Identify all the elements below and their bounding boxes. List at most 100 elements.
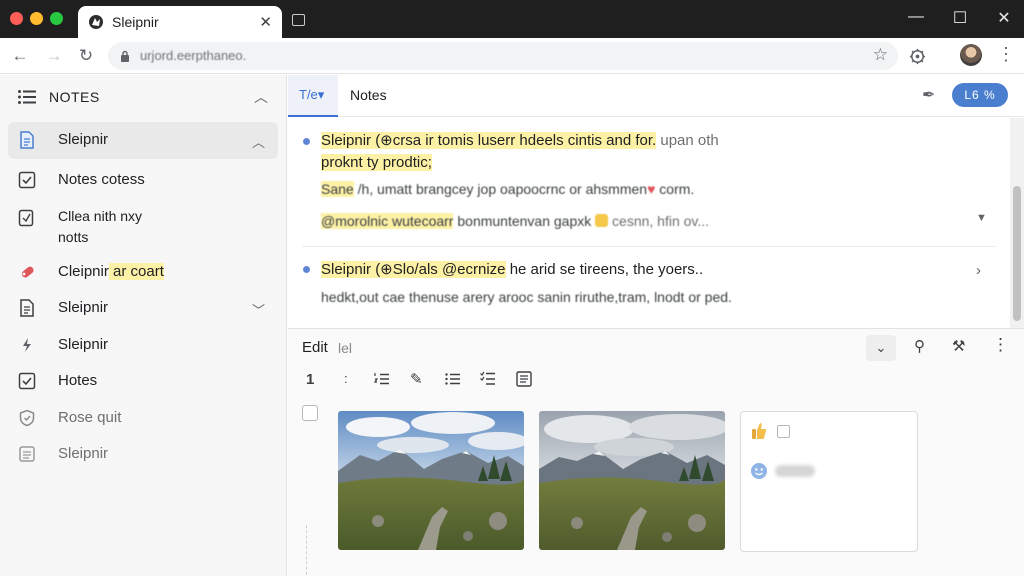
note-text: cesnn, hfin ov... [608, 213, 710, 229]
action-pill-button[interactable]: L6 % [952, 83, 1008, 107]
thumbs-up-icon[interactable] [751, 422, 767, 440]
note-highlight: Sleipnir (⊕crsa ir tomis luserr hdeels c… [321, 132, 657, 149]
sidebar-item-label: Sleipnir [58, 336, 109, 353]
chevron-up-icon[interactable]: ︿ [252, 132, 265, 151]
sidebar-item-label: Sleipnir [58, 299, 109, 316]
sidebar-item-clle-nith-nxy[interactable]: Clleа nith nxy notts [8, 203, 278, 247]
edit-subtitle: lel [338, 340, 353, 356]
back-arrow-icon[interactable]: ← [8, 44, 32, 68]
sidebar-item-sleipnir-4[interactable]: Sleipnir [8, 440, 278, 468]
sidebar-item-cleipnir[interactable]: Cleipnir ar coart [8, 258, 278, 286]
sidebar-item-label-line2: notts [58, 229, 89, 245]
checkbox-icon [18, 171, 36, 189]
attachment-card[interactable] [740, 411, 918, 552]
zoom-window-dot[interactable] [50, 12, 63, 25]
sidebar-item-sleipnir-3[interactable]: Sleipnir [8, 331, 278, 359]
note-bullet [303, 266, 310, 273]
bookmark-star-icon[interactable]: ☆ [873, 45, 888, 65]
chevron-down-icon[interactable]: ⌄ [866, 335, 896, 361]
bullet-list-icon[interactable] [445, 372, 461, 386]
note-line: proknt ty prodtic; [321, 154, 432, 171]
label-plain: Cleipnir [58, 263, 109, 280]
tab-title: Sleipnir [112, 14, 159, 30]
note-text: corm. [655, 181, 695, 197]
profile-avatar[interactable] [960, 44, 982, 66]
hammer-icon[interactable]: ⚒ [952, 337, 965, 355]
note-text: upan oth [656, 132, 719, 149]
pencil-icon[interactable]: ✎ [410, 370, 423, 388]
attachment-checkbox[interactable] [777, 425, 790, 438]
note-line[interactable]: Sleipnir (⊕Slo/als @ecrnize he arid se t… [321, 260, 703, 278]
dashed-guide [306, 525, 307, 575]
chevron-right-icon[interactable]: › [976, 262, 981, 279]
sidebar-title: NOTES [49, 89, 100, 105]
mountain-photo-1[interactable] [338, 411, 524, 550]
note-bullet [303, 138, 310, 145]
checklist-icon[interactable] [480, 371, 496, 386]
chevron-up-icon[interactable]: ︿ [254, 87, 268, 107]
scrollbar-thumb[interactable] [1013, 186, 1021, 321]
note-highlight: proknt ty prodtic; [321, 154, 432, 171]
note-text: he arid se tireens, the yoers.. [505, 261, 704, 278]
minimize-icon[interactable]: — [904, 8, 928, 26]
tag-icon [21, 266, 34, 278]
hamburger-menu-icon[interactable] [18, 90, 36, 104]
forward-arrow-icon[interactable]: → [42, 44, 66, 68]
checkbox-icon [18, 372, 36, 390]
maximize-icon[interactable]: ☐ [948, 8, 972, 28]
sidebar-item-hotes[interactable]: Hotes [8, 367, 278, 395]
emoji-icon[interactable] [750, 462, 768, 480]
sleipnir-favicon-icon [89, 15, 103, 29]
browser-tab[interactable]: Sleipnir ✕ [78, 6, 282, 38]
note-highlight: @morolnic wutecoarr [321, 213, 454, 229]
browser-menu-icon[interactable]: ⋮ [997, 44, 1015, 65]
note-line: @morolnic wutecoarr bonmuntenvan gapxk c… [321, 213, 709, 229]
task-checkbox[interactable] [302, 405, 318, 421]
sidebar-item-label: Sleipnir [58, 445, 109, 462]
note-line: Sane /h, umatt brangcey jop oapoocrnc or… [321, 181, 694, 197]
sidebar-item-sleipnir-2[interactable]: Sleipnir ﹀ [8, 294, 278, 322]
label-highlight: ar coart [108, 263, 164, 280]
mountain-photo-2[interactable] [539, 411, 725, 550]
view-type-tab[interactable]: T/e▾ [288, 75, 338, 117]
new-tab-icon[interactable] [292, 14, 305, 26]
redacted-label [775, 465, 815, 477]
note-text: hedkt,out cae thenuse arery arooc sanin … [321, 289, 732, 305]
more-vertical-icon[interactable]: ⋮ [992, 335, 1009, 355]
reload-icon[interactable]: ↻ [74, 44, 98, 68]
extensions-icon[interactable] [908, 47, 927, 66]
pen-icon[interactable]: ✒ [922, 85, 935, 105]
magic-wand-icon[interactable]: ⚲ [914, 337, 925, 355]
minimize-window-dot[interactable] [30, 12, 43, 25]
sidebar-item-sleipnir[interactable]: Sleipnir ︿ [8, 122, 278, 159]
document-lines-icon [20, 299, 34, 317]
expand-down-icon[interactable]: ▼ [976, 212, 987, 224]
heading-format-button[interactable]: 1 [306, 371, 314, 388]
sidebar-item-label: Hotes [58, 372, 98, 389]
sidebar-item-rose-quit[interactable]: Rose quit [8, 404, 278, 432]
sidebar-item-notes-cotess[interactable]: Notes cotess [8, 166, 278, 194]
address-bar[interactable]: urjord.eerpthaneo. ☆ [108, 42, 898, 70]
tab-close-icon[interactable]: ✕ [259, 13, 272, 31]
note-block-icon[interactable] [516, 371, 532, 387]
view-type-label: T/e▾ [299, 87, 325, 102]
notes-sidebar: NOTES ︿ Sleipnir ︿ Notes cotess Clleа ni… [0, 75, 287, 576]
sidebar-item-label: Rose quit [58, 409, 122, 426]
colon-format-button[interactable]: : [344, 371, 348, 386]
lock-icon [121, 50, 129, 62]
note-line[interactable]: Sleipnir (⊕crsa ir tomis luserr hdeels c… [321, 131, 719, 149]
close-icon[interactable]: ✕ [992, 8, 1016, 28]
sticker-icon [595, 214, 609, 227]
note-highlight: Sleipnir (⊕Slo/als @ecrnize [321, 261, 506, 278]
close-window-dot[interactable] [10, 12, 23, 25]
document-icon [20, 131, 34, 149]
page-title: Notes [350, 87, 387, 103]
list-icon [19, 446, 35, 462]
chevron-down-icon[interactable]: ﹀ [252, 300, 265, 319]
edit-panel: Edit lel ⌄ ⚲ ⚒ ⋮ 1 : ✎ [288, 328, 1024, 576]
numbered-list-icon[interactable] [374, 372, 390, 386]
shield-icon [19, 409, 35, 427]
note-text: bonmuntenvan gapxk [453, 213, 592, 229]
browser-titlebar: Sleipnir ✕ — ☐ ✕ [0, 0, 1024, 38]
main-header: T/e▾ Notes ✒ L6 % [288, 75, 1024, 117]
